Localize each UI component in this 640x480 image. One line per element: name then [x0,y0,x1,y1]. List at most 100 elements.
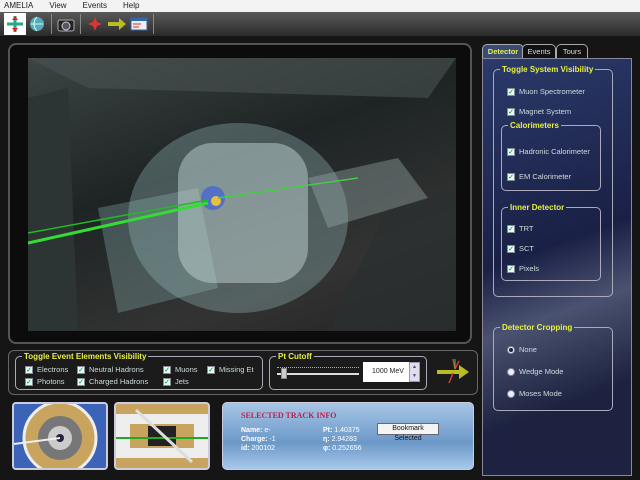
radio-label: None [519,345,537,354]
side-view-thumbnail[interactable] [114,402,210,470]
slider-track [277,373,359,375]
toolbar-divider [153,14,154,34]
checkbox-label: Electrons [37,365,69,374]
checkbox-label: Jets [175,377,189,386]
radio-label: Moses Mode [519,389,562,398]
event-arrow-icon[interactable] [433,357,473,387]
label: id: [241,445,250,452]
checkbox-icon: ✓ [163,377,171,386]
tab-tours[interactable]: Tours [556,44,588,59]
menu-view[interactable]: View [49,0,74,12]
bookmark-selected-button[interactable]: Bookmark Selected [377,423,439,442]
menu-help[interactable]: Help [123,0,147,12]
slider-thumb[interactable] [280,368,287,379]
checkbox-label: Charged Hadrons [89,377,149,386]
checkbox-label: Missing Et [219,365,254,374]
checkbox-label: Magnet System [519,107,572,116]
radio-moses-mode[interactable]: Moses Mode [507,389,562,398]
checkbox-missing-et[interactable]: ✓ Missing Et [207,365,254,374]
radio-none[interactable]: None [507,345,537,354]
arrow-icon[interactable] [106,13,128,35]
checkbox-icon: ✓ [507,107,515,116]
track-phi: φ: 0.252656 [323,445,362,452]
checkbox-sct[interactable]: ✓ SCT [507,244,534,253]
checkbox-label: Photons [37,377,65,386]
checkbox-photons[interactable]: ✓ Photons [25,377,65,386]
pt-cutoff-input[interactable]: 1000 MeV [363,362,413,382]
checkbox-magnet-system[interactable]: ✓ Magnet System [507,107,571,116]
checkbox-icon: ✓ [507,264,515,273]
track-eta: η: 2.94283 [323,436,357,443]
pt-cutoff-slider[interactable] [277,365,359,379]
checkbox-icon: ✓ [77,365,85,374]
radio-icon [507,345,515,354]
checkbox-icon: ✓ [507,172,515,181]
right-panel: Detector Events Tours Toggle System Visi… [478,40,636,476]
move-icon[interactable] [4,13,26,35]
tab-detector[interactable]: Detector [482,44,524,59]
value: 200102 [251,445,275,452]
label: Pt: [323,427,333,434]
label: η: [323,436,330,443]
checkbox-pixels[interactable]: ✓ Pixels [507,264,539,273]
checkbox-icon: ✓ [507,87,515,96]
value: -1 [269,436,276,443]
3d-viewport-frame [8,43,472,344]
checkbox-em-calorimeter[interactable]: ✓ EM Calorimeter [507,172,571,181]
toolbar-divider [51,14,52,34]
checkbox-label: Muon Spectrometer [519,87,585,96]
checkbox-icon: ✓ [507,224,515,233]
checkbox-label: Hadronic Calorimeter [519,147,590,156]
checkbox-hadronic-calorimeter[interactable]: ✓ Hadronic Calorimeter [507,147,590,156]
value: 1.40375 [334,427,360,434]
label: Name: [241,427,263,434]
checkbox-label: TRT [519,224,534,233]
detector-3d-view[interactable] [28,58,456,331]
radio-wedge-mode[interactable]: Wedge Mode [507,367,563,376]
tab-events[interactable]: Events [522,44,556,59]
track-charge: Charge: -1 [241,436,276,443]
checkbox-label: SCT [519,244,534,253]
checkbox-icon: ✓ [25,377,33,386]
star-burst-icon[interactable] [84,13,106,35]
value: 0.252656 [332,445,362,452]
window-icon[interactable] [128,13,150,35]
checkbox-neutral-hadrons[interactable]: ✓ Neutral Hadrons [77,365,144,374]
end-view-thumbnail[interactable] [12,400,108,476]
track-id: id: 200102 [241,445,275,452]
menu-events[interactable]: Events [83,0,115,12]
toolbar-divider [80,14,81,34]
group-title: Detector Cropping [502,323,573,332]
menu-bar: AMELIA View Events Help [0,0,640,12]
radio-label: Wedge Mode [519,367,564,376]
value: 2.94283 [331,436,357,443]
checkbox-label: Muons [175,365,198,374]
checkbox-charged-hadrons[interactable]: ✓ Charged Hadrons [77,377,148,386]
checkbox-icon: ✓ [207,365,215,374]
pt-cutoff-title: Pt Cutoff [278,352,312,361]
checkbox-electrons[interactable]: ✓ Electrons [25,365,68,374]
checkbox-icon: ✓ [25,365,33,374]
checkbox-muon-spectrometer[interactable]: ✓ Muon Spectrometer [507,87,585,96]
group-title: Calorimeters [510,121,559,130]
label: φ: [323,445,331,452]
camera-icon[interactable] [55,13,77,35]
checkbox-icon: ✓ [507,147,515,156]
group-title: Toggle System Visibility [502,65,594,74]
checkbox-trt[interactable]: ✓ TRT [507,224,533,233]
track-name: Name: e- [241,427,271,434]
checkbox-muons[interactable]: ✓ Muons [163,365,198,374]
menu-amelia[interactable]: AMELIA [4,0,41,12]
checkbox-icon: ✓ [77,377,85,386]
checkbox-label: EM Calorimeter [519,172,572,181]
checkbox-icon: ✓ [163,365,171,374]
globe-icon[interactable] [26,13,48,35]
pt-cutoff-spinner[interactable]: ▲ ▼ [409,362,420,382]
selected-track-info-panel: SELECTED TRACK INFO Name: e- Charge: -1 … [222,402,474,470]
value: e- [264,427,271,434]
track-pt: Pt: 1.40375 [323,427,360,434]
checkbox-icon: ✓ [507,244,515,253]
checkbox-jets[interactable]: ✓ Jets [163,377,189,386]
detector-panel: Toggle System Visibility ✓ Muon Spectrome… [482,58,632,476]
event-visibility-title: Toggle Event Elements Visibility [24,352,147,361]
